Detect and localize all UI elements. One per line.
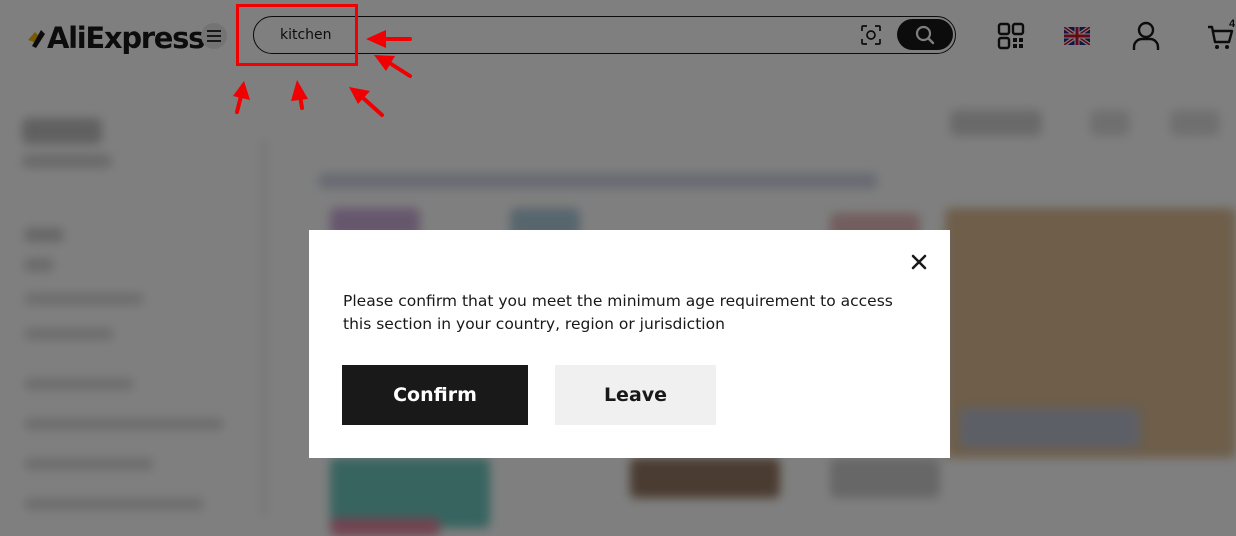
age-confirmation-dialog: Please confirm that you meet the minimum…	[309, 230, 950, 458]
annotation-arrow	[235, 94, 243, 114]
annotation-arrow	[386, 60, 412, 78]
annotation-arrows	[233, 30, 412, 117]
annotation-arrow	[360, 95, 384, 117]
leave-button[interactable]: Leave	[555, 365, 716, 425]
confirm-button[interactable]: Confirm	[342, 365, 528, 425]
annotation-arrow-head	[233, 81, 250, 100]
annotation-arrow-head	[366, 30, 386, 48]
close-icon	[911, 254, 927, 270]
age-requirement-message: Please confirm that you meet the minimum…	[343, 292, 893, 333]
close-button[interactable]	[907, 250, 931, 274]
annotation-arrow-head	[291, 80, 308, 101]
